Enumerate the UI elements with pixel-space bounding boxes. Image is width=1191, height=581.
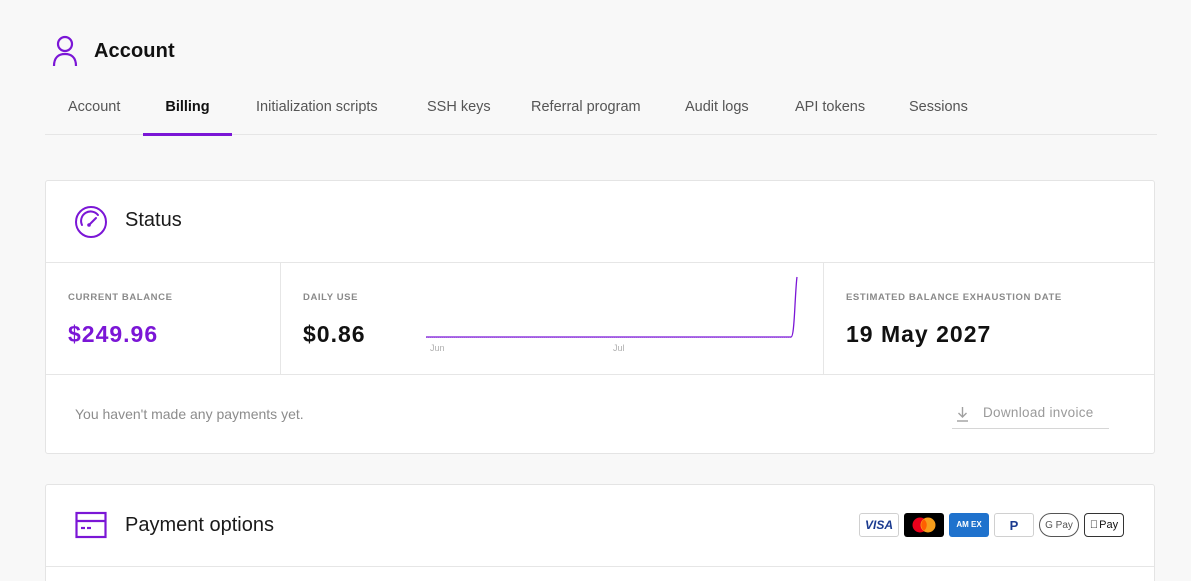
tab-initialization-scripts[interactable]: Initialization scripts — [256, 88, 378, 135]
current-balance-value: $249.96 — [68, 321, 159, 347]
speedometer-icon — [75, 206, 107, 238]
daily-use-metric: DAILY USE $0.86 Jun Jul — [281, 263, 824, 374]
download-icon — [957, 407, 968, 422]
tab-api-tokens[interactable]: API tokens — [795, 88, 865, 135]
exhaustion-date-value: 19 May 2027 — [846, 321, 992, 347]
payment-options-title: Payment options — [125, 514, 274, 536]
tab-account[interactable]: Account — [68, 88, 120, 135]
payment-method-logos: VISA AM EX P G Pay  Pay — [859, 513, 1124, 537]
current-balance-metric: CURRENT BALANCE $249.96 — [46, 263, 281, 374]
current-balance-label: CURRENT BALANCE — [68, 292, 173, 303]
payment-options-card: Payment options VISA AM EX P G Pay  Pay — [45, 484, 1155, 581]
user-icon — [52, 35, 78, 67]
paypal-logo: P — [994, 513, 1034, 537]
download-invoice-button[interactable]: Download invoice — [952, 405, 1109, 429]
tab-ssh-keys[interactable]: SSH keys — [427, 88, 491, 135]
sparkline-tick-jun: Jun — [430, 343, 445, 353]
page-header: Account — [52, 34, 175, 68]
apple-icon:  — [1090, 519, 1098, 531]
apple-pay-logo:  Pay — [1084, 513, 1124, 537]
apple-pay-label: Pay — [1095, 519, 1118, 531]
download-invoice-label: Download invoice — [983, 405, 1094, 420]
status-card-header: Status — [46, 181, 1154, 263]
payments-row: You haven't made any payments yet. Downl… — [46, 375, 1154, 454]
status-card: Status CURRENT BALANCE $249.96 DAILY USE… — [45, 180, 1155, 454]
daily-use-label: DAILY USE — [303, 292, 359, 303]
sparkline-series-line — [426, 276, 798, 338]
exhaustion-date-metric: ESTIMATED BALANCE EXHAUSTION DATE 19 May… — [824, 263, 1154, 374]
status-title: Status — [125, 209, 182, 231]
mastercard-circles-icon — [912, 517, 936, 533]
google-pay-logo: G Pay — [1039, 513, 1079, 537]
status-metrics: CURRENT BALANCE $249.96 DAILY USE $0.86 … — [46, 263, 1154, 375]
credit-card-icon — [75, 511, 107, 539]
mastercard-logo — [904, 513, 944, 537]
account-tabs: Account Billing Initialization scripts S… — [45, 88, 1157, 136]
exhaustion-date-label: ESTIMATED BALANCE EXHAUSTION DATE — [846, 292, 1062, 303]
daily-use-sparkline: Jun Jul — [426, 276, 798, 353]
no-payments-message: You haven't made any payments yet. — [75, 406, 304, 422]
sparkline-tick-jul: Jul — [613, 343, 625, 353]
tab-audit-logs[interactable]: Audit logs — [685, 88, 749, 135]
amex-logo: AM EX — [949, 513, 989, 537]
tab-referral-program[interactable]: Referral program — [531, 88, 641, 135]
tab-sessions[interactable]: Sessions — [909, 88, 968, 135]
tab-billing[interactable]: Billing — [143, 88, 232, 136]
visa-logo: VISA — [859, 513, 899, 537]
payment-options-header: Payment options VISA AM EX P G Pay  Pay — [46, 485, 1154, 567]
page-title: Account — [94, 39, 175, 62]
daily-use-value: $0.86 — [303, 321, 366, 347]
